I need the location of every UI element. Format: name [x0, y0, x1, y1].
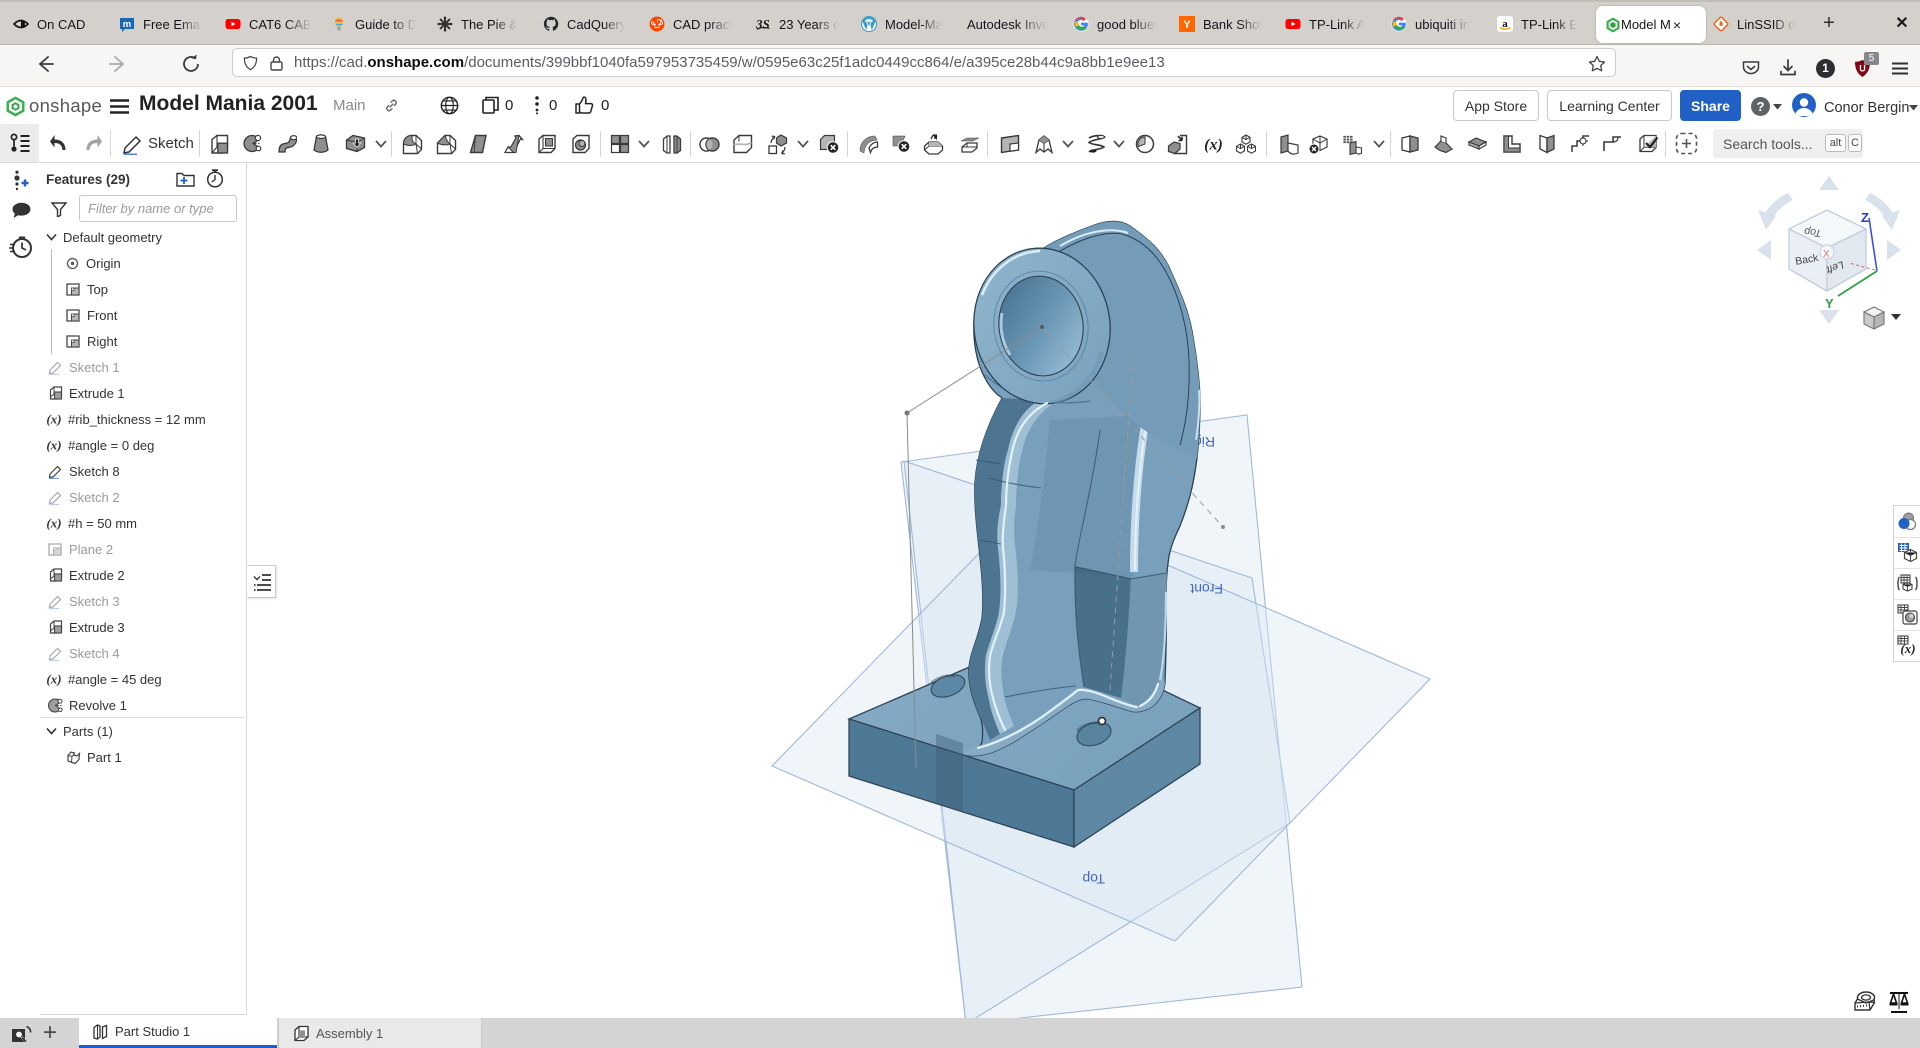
svg-text:(x): (x)	[1204, 137, 1223, 154]
svg-text:Top: Top	[1082, 871, 1105, 887]
svg-text:Y: Y	[1825, 296, 1834, 311]
svg-text:U: U	[1859, 64, 1866, 74]
svg-text:X: X	[1823, 249, 1830, 260]
svg-text:Z: Z	[1861, 210, 1869, 225]
svg-text:(x): (x)	[46, 516, 61, 530]
svg-text:(x): (x)	[1900, 641, 1915, 656]
svg-text:a: a	[1502, 18, 1508, 30]
svg-text:m: m	[123, 19, 131, 30]
svg-text:Front: Front	[1190, 581, 1223, 597]
svg-text:Y: Y	[1183, 19, 1191, 31]
svg-text:(x): (x)	[46, 412, 61, 426]
svg-text:(x): (x)	[46, 438, 61, 452]
svg-text:(x): (x)	[46, 672, 61, 686]
svg-text:Top: Top	[1803, 225, 1822, 239]
